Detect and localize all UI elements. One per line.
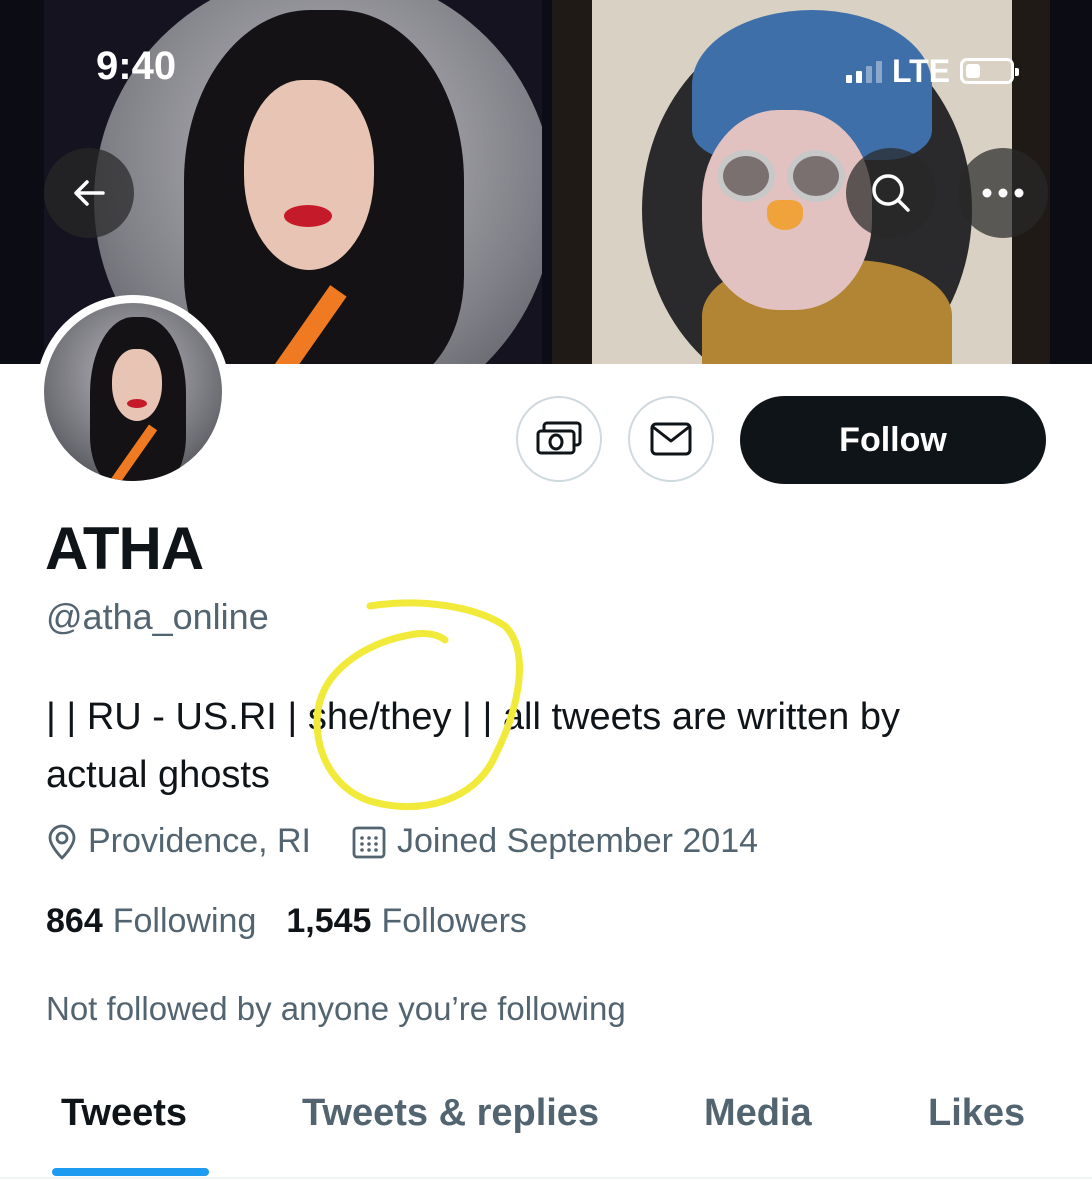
user-handle: @atha_online bbox=[46, 596, 269, 637]
network-label: LTE bbox=[892, 52, 951, 89]
bio-line: actual ghosts bbox=[46, 754, 270, 796]
calendar-icon bbox=[352, 826, 386, 858]
follow-stats: 864 Following 1,545 Followers bbox=[46, 902, 527, 941]
profile-bio: | | RU - US.RI | she/they | | all tweets… bbox=[46, 688, 1046, 804]
active-tab-indicator bbox=[52, 1168, 209, 1176]
money-icon bbox=[536, 421, 582, 455]
location: Providence, RI bbox=[46, 822, 311, 861]
tab-likes[interactable]: Likes bbox=[928, 1092, 1025, 1135]
battery-icon bbox=[960, 58, 1020, 84]
avatar bbox=[44, 303, 222, 481]
envelope-icon bbox=[650, 422, 692, 456]
more-button[interactable] bbox=[958, 148, 1048, 238]
tab-media[interactable]: Media bbox=[704, 1092, 812, 1135]
tab-tweets[interactable]: Tweets bbox=[61, 1092, 187, 1135]
following-count: 864 bbox=[46, 902, 103, 940]
profile-tabs: Tweets Tweets & replies Media Likes bbox=[0, 1086, 1092, 1178]
profile-meta: Providence, RI Joined September 2014 bbox=[46, 822, 758, 861]
back-button[interactable] bbox=[44, 148, 134, 238]
message-button[interactable] bbox=[628, 396, 714, 482]
tip-button[interactable] bbox=[516, 396, 602, 482]
following-label: Following bbox=[112, 902, 257, 940]
location-pin-icon bbox=[48, 824, 76, 859]
profile-avatar[interactable] bbox=[36, 295, 230, 489]
more-dots-icon bbox=[982, 188, 1024, 198]
status-indicators: LTE bbox=[846, 52, 1020, 89]
following-link[interactable]: 864 Following bbox=[46, 902, 256, 941]
search-icon bbox=[872, 174, 910, 212]
arrow-left-icon bbox=[74, 180, 105, 206]
follow-button[interactable]: Follow bbox=[740, 396, 1046, 484]
followers-label: Followers bbox=[381, 902, 527, 940]
display-name: ATHA bbox=[45, 515, 204, 582]
followers-count: 1,545 bbox=[286, 902, 372, 940]
tabs-divider bbox=[0, 1177, 1092, 1179]
location-text: Providence, RI bbox=[88, 822, 311, 860]
followed-by-note: Not followed by anyone you’re following bbox=[46, 990, 626, 1027]
joined-text: Joined September 2014 bbox=[397, 822, 759, 860]
tab-tweets-replies[interactable]: Tweets & replies bbox=[302, 1092, 599, 1135]
followers-link[interactable]: 1,545 Followers bbox=[286, 902, 527, 941]
search-button[interactable] bbox=[846, 148, 936, 238]
status-time: 9:40 bbox=[96, 44, 177, 88]
joined-date: Joined September 2014 bbox=[351, 822, 758, 861]
bio-line: | | RU - US.RI | she/they | | all tweets… bbox=[46, 696, 900, 738]
signal-icon bbox=[846, 59, 882, 83]
